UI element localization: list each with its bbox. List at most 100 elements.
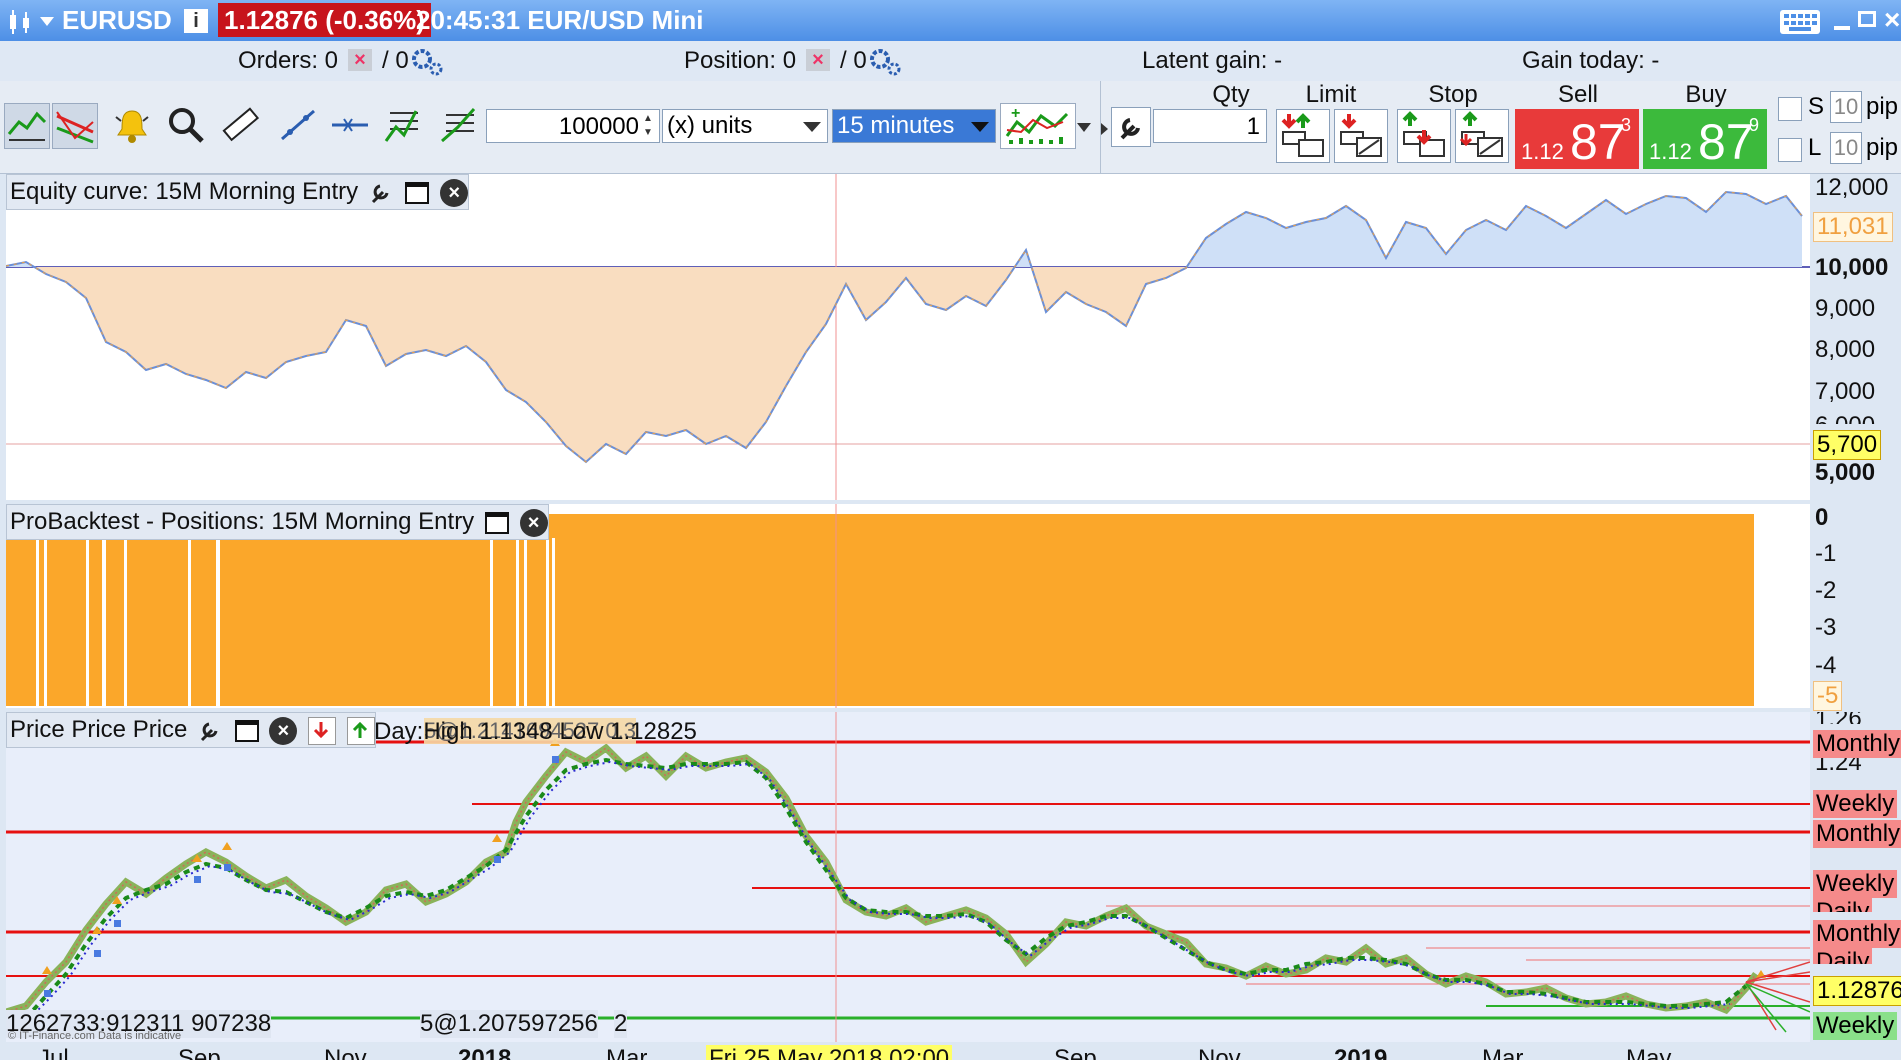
gain-today: Gain today: - bbox=[1522, 47, 1660, 74]
data-watermark: © IT-Finance.com Data is indicative bbox=[8, 1030, 182, 1042]
orders-suffix: / 0 bbox=[382, 47, 409, 74]
timeframe-select[interactable]: 15 minutes bbox=[832, 109, 996, 143]
quantity-input[interactable]: 100000 ▲ ▼ bbox=[486, 109, 660, 143]
sell-price-prefix: 1.12 bbox=[1521, 139, 1564, 164]
close-position-icon[interactable]: × bbox=[806, 49, 830, 71]
limit-checkbox[interactable] bbox=[1778, 138, 1802, 162]
quantity-stepper-icon[interactable]: ▲ ▼ bbox=[643, 112, 657, 140]
units-select[interactable]: (x) units bbox=[662, 109, 828, 143]
equity-curve-panel: Equity curve: 15M Morning Entry × bbox=[6, 174, 1810, 500]
equity-axis-label: 12,000 bbox=[1815, 174, 1889, 201]
wrench-icon[interactable] bbox=[1111, 107, 1151, 147]
candlestick-icon[interactable] bbox=[6, 9, 34, 40]
stop-checkbox-label: S bbox=[1808, 93, 1825, 120]
stop-sell-button[interactable] bbox=[1455, 109, 1509, 163]
stop-pips-input[interactable]: 10 bbox=[1830, 91, 1862, 123]
symbol-name[interactable]: EURUSD bbox=[62, 5, 172, 36]
bottom-label-mid: 5@1.207597256 bbox=[420, 1010, 598, 1038]
svg-text:+: + bbox=[1011, 106, 1020, 122]
buy-header: Buy bbox=[1685, 81, 1727, 108]
info-icon[interactable]: i bbox=[184, 9, 208, 33]
indicators-dropdown-icon[interactable] bbox=[1077, 123, 1091, 132]
equity-axis-label: 8,000 bbox=[1815, 336, 1876, 363]
buy-price-fraction: 9 bbox=[1748, 115, 1759, 135]
equity-low-value: 5,700 bbox=[1813, 430, 1882, 460]
orders-settings-icon[interactable] bbox=[410, 47, 446, 84]
x-axis-label: 2019 bbox=[1334, 1045, 1388, 1060]
window-icon[interactable] bbox=[234, 719, 259, 742]
limit-pips-unit: pip bbox=[1866, 134, 1899, 161]
indicators-icon[interactable]: + bbox=[1000, 103, 1076, 149]
equity-axis-label: 7,000 bbox=[1815, 378, 1876, 405]
channel-tool-icon[interactable] bbox=[436, 103, 480, 147]
minimize-icon[interactable] bbox=[1834, 26, 1850, 30]
fibonacci-icon[interactable] bbox=[380, 103, 424, 147]
close-icon[interactable]: × bbox=[519, 508, 548, 537]
x-axis-label: May bbox=[1626, 1045, 1672, 1060]
equity-axis-label: 10,000 bbox=[1815, 254, 1889, 281]
equity-axis-label: 5,000 bbox=[1815, 459, 1876, 486]
keyboard-icon[interactable] bbox=[1780, 10, 1820, 34]
close-icon[interactable]: × bbox=[269, 716, 298, 745]
timeframe-select-value: 15 minutes bbox=[837, 112, 955, 139]
trend-line-icon[interactable] bbox=[276, 103, 320, 147]
ruler-icon[interactable] bbox=[218, 103, 262, 147]
wrench-icon[interactable] bbox=[369, 180, 395, 206]
price-chart bbox=[6, 712, 1810, 1042]
level-label-monthly: Monthly bbox=[1813, 820, 1901, 848]
limit-sell-button[interactable] bbox=[1334, 109, 1388, 163]
x-axis-label: Nov bbox=[1198, 1045, 1241, 1060]
stop-checkbox[interactable] bbox=[1778, 97, 1802, 121]
x-axis-label: Sep bbox=[178, 1045, 221, 1060]
limit-buy-button[interactable] bbox=[1276, 109, 1330, 163]
buy-button[interactable]: 1.12 87 9 bbox=[1643, 109, 1767, 170]
cancel-orders-icon[interactable]: × bbox=[348, 49, 372, 71]
level-label-monthly: Monthly bbox=[1813, 920, 1901, 948]
sell-price-fraction: 3 bbox=[1620, 115, 1631, 135]
stop-buy-button[interactable] bbox=[1397, 109, 1451, 163]
equity-axis-label-partial: 6,000 bbox=[1815, 412, 1875, 424]
trend-channel-icon[interactable] bbox=[52, 103, 98, 149]
qty-header: Qty bbox=[1212, 81, 1250, 108]
chevron-down-icon bbox=[803, 122, 821, 132]
positions-panel: ProBacktest - Positions: 15M Morning Ent… bbox=[6, 504, 1810, 708]
positions-axis-label: -2 bbox=[1815, 577, 1837, 604]
sell-button[interactable]: 1.12 87 3 bbox=[1515, 109, 1639, 170]
level-label-daily: Daily bbox=[1813, 898, 1873, 912]
line-chart-icon[interactable] bbox=[4, 103, 50, 149]
close-icon[interactable]: × bbox=[440, 178, 469, 207]
positions-panel-title: ProBacktest - Positions: 15M Morning Ent… bbox=[10, 508, 475, 535]
position-settings-icon[interactable] bbox=[868, 47, 904, 84]
equity-curve-chart bbox=[6, 174, 1810, 500]
limit-pips-input[interactable]: 10 bbox=[1830, 132, 1862, 164]
latent-gain: Latent gain: - bbox=[1142, 47, 1283, 74]
zoom-icon[interactable] bbox=[164, 103, 208, 147]
arrow-down-icon[interactable] bbox=[308, 716, 337, 745]
window-icon[interactable] bbox=[484, 511, 509, 534]
position-suffix: / 0 bbox=[840, 47, 867, 74]
symbol-dropdown-icon[interactable] bbox=[40, 17, 54, 26]
qty-input[interactable]: 1 bbox=[1153, 109, 1267, 143]
price-panel-title-bar: Price Price Price × bbox=[6, 712, 376, 748]
quantity-value: 100000 bbox=[558, 113, 639, 140]
horizontal-line-icon[interactable] bbox=[328, 103, 372, 147]
equity-current-value: 11,031 bbox=[1813, 212, 1893, 242]
level-label-weekly: Weekly bbox=[1813, 870, 1898, 898]
limit-header: Limit bbox=[1305, 81, 1357, 108]
window-icon[interactable] bbox=[405, 181, 430, 204]
positions-axis-label: -3 bbox=[1815, 614, 1837, 641]
equity-panel-title: Equity curve: 15M Morning Entry bbox=[10, 178, 359, 205]
limit-checkbox-label: L bbox=[1808, 134, 1822, 161]
buy-price-main: 87 bbox=[1698, 114, 1754, 170]
alert-bell-icon[interactable] bbox=[110, 103, 154, 147]
arrow-up-icon[interactable] bbox=[346, 716, 375, 745]
wrench-icon[interactable] bbox=[198, 718, 224, 744]
level-label-monthly: Monthly bbox=[1813, 730, 1901, 758]
level-label-daily: Daily bbox=[1813, 948, 1873, 964]
order-panel-expand-icon[interactable] bbox=[1101, 123, 1108, 135]
price-panel: Price Price Price × 5@1.2141694527 0.3 D… bbox=[6, 712, 1810, 1042]
close-window-icon[interactable]: × bbox=[1884, 4, 1900, 36]
day-high-low-text: Day:High 1.1348 Low 1.12825 bbox=[374, 718, 697, 745]
restore-icon[interactable] bbox=[1858, 11, 1876, 27]
x-axis-label: Jul bbox=[38, 1045, 69, 1060]
